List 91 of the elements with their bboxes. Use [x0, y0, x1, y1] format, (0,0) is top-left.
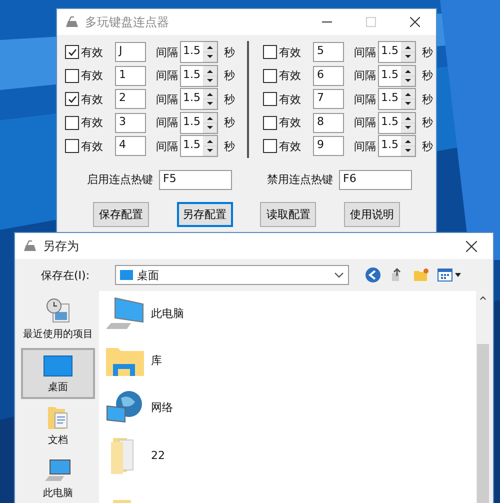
- place-label: 最近使用的项目: [23, 328, 93, 341]
- clock-document-icon: [45, 298, 71, 324]
- file-name: 此电脑: [151, 306, 184, 321]
- checkbox[interactable]: [65, 45, 79, 60]
- place-item[interactable]: 文档: [21, 401, 95, 452]
- computer-icon: [44, 459, 72, 483]
- place-label: 此电脑: [43, 486, 73, 500]
- hotkey-field[interactable]: F5: [159, 170, 232, 190]
- unit-label: 秒: [422, 138, 433, 154]
- unit-label: 秒: [224, 138, 235, 154]
- hotkey-field[interactable]: F6: [339, 170, 412, 190]
- hotkey-label: 禁用连点热键: [267, 172, 333, 187]
- close-icon[interactable]: [410, 17, 420, 27]
- computer-icon[interactable]: [105, 296, 145, 332]
- desktop-icon: [43, 355, 73, 377]
- key-field[interactable]: 9: [313, 136, 344, 156]
- hotkey-label: 启用连点热键: [87, 172, 153, 187]
- unit-label: 秒: [422, 92, 433, 107]
- interval-label: 间隔: [156, 44, 178, 60]
- unit-label: 秒: [422, 115, 433, 130]
- location-dropdown[interactable]: 桌面: [115, 265, 349, 285]
- checkbox-label: 有效: [81, 44, 103, 60]
- network-globe-icon[interactable]: [105, 390, 145, 426]
- unit-label: 秒: [224, 68, 235, 84]
- key-field[interactable]: 4: [115, 136, 146, 156]
- unit-label: 秒: [422, 68, 433, 84]
- checkbox-label: 有效: [279, 44, 301, 60]
- key-field[interactable]: J: [115, 42, 146, 62]
- location-label: 保存在(I):: [41, 268, 91, 282]
- key-field[interactable]: 6: [313, 66, 344, 86]
- checkbox-label: 有效: [81, 115, 103, 130]
- checkbox-label: 有效: [279, 68, 301, 84]
- config-button[interactable]: 另存配置: [176, 202, 233, 226]
- key-field[interactable]: 5: [313, 42, 344, 62]
- key-field[interactable]: 8: [313, 112, 344, 133]
- checkbox-label: 有效: [81, 92, 103, 107]
- key-field[interactable]: 2: [115, 89, 146, 110]
- key-field[interactable]: 7: [313, 89, 344, 110]
- view-menu-icon[interactable]: [437, 267, 463, 283]
- unit-label: 秒: [224, 115, 235, 130]
- unit-label: 秒: [422, 44, 433, 60]
- interval-label: 间隔: [354, 44, 376, 60]
- scrollbar-thumb[interactable]: [476, 344, 488, 503]
- unit-label: 秒: [224, 92, 235, 107]
- place-label: 文档: [48, 434, 68, 447]
- interval-label: 间隔: [354, 68, 376, 84]
- checkbox[interactable]: [65, 139, 79, 154]
- maximize-icon: [366, 17, 376, 27]
- interval-label: 间隔: [156, 115, 178, 130]
- interval-label: 间隔: [354, 138, 376, 154]
- window-title: 另存为: [43, 238, 79, 254]
- close-icon[interactable]: [466, 240, 477, 252]
- checkbox-label: 有效: [81, 138, 103, 154]
- check-icon: [66, 94, 78, 105]
- key-field[interactable]: 3: [115, 112, 146, 133]
- check-icon: [66, 46, 78, 58]
- caret-icon: [334, 272, 344, 278]
- window-title: 多玩键盘连点器: [85, 14, 169, 30]
- checkbox[interactable]: [65, 68, 79, 83]
- place-item[interactable]: 此电脑: [21, 454, 95, 503]
- checkbox[interactable]: [263, 92, 277, 106]
- interval-label: 间隔: [354, 115, 376, 130]
- checkbox[interactable]: [65, 116, 79, 130]
- config-button[interactable]: 使用说明: [344, 202, 400, 226]
- checkbox-label: 有效: [279, 115, 301, 130]
- unit-label: 秒: [224, 44, 235, 60]
- new-folder-icon[interactable]: [413, 267, 429, 283]
- documents-folder-icon: [47, 404, 69, 430]
- back-icon[interactable]: [365, 267, 381, 283]
- interval-label: 间隔: [156, 92, 178, 107]
- checkbox[interactable]: [65, 92, 79, 106]
- checkbox-label: 有效: [279, 138, 301, 154]
- interval-label: 间隔: [156, 68, 178, 84]
- config-button[interactable]: 读取配置: [260, 202, 316, 226]
- place-item[interactable]: 最近使用的项目: [21, 295, 95, 346]
- key-field[interactable]: 1: [115, 66, 146, 86]
- checkbox[interactable]: [263, 139, 277, 154]
- scroll-up-icon[interactable]: [478, 296, 486, 300]
- file-name: 库: [151, 353, 162, 368]
- place-label: 桌面: [48, 380, 68, 394]
- checkbox[interactable]: [263, 45, 277, 60]
- checkbox[interactable]: [263, 68, 277, 83]
- file-name: 22: [151, 448, 165, 462]
- file-name: 网络: [151, 400, 173, 415]
- checkbox-label: 有效: [81, 68, 103, 84]
- interval-label: 间隔: [156, 138, 178, 154]
- checkbox-label: 有效: [279, 92, 301, 107]
- config-button[interactable]: 保存配置: [92, 202, 149, 226]
- place-item[interactable]: 桌面: [21, 348, 95, 399]
- checkbox[interactable]: [263, 116, 277, 130]
- interval-label: 间隔: [354, 92, 376, 107]
